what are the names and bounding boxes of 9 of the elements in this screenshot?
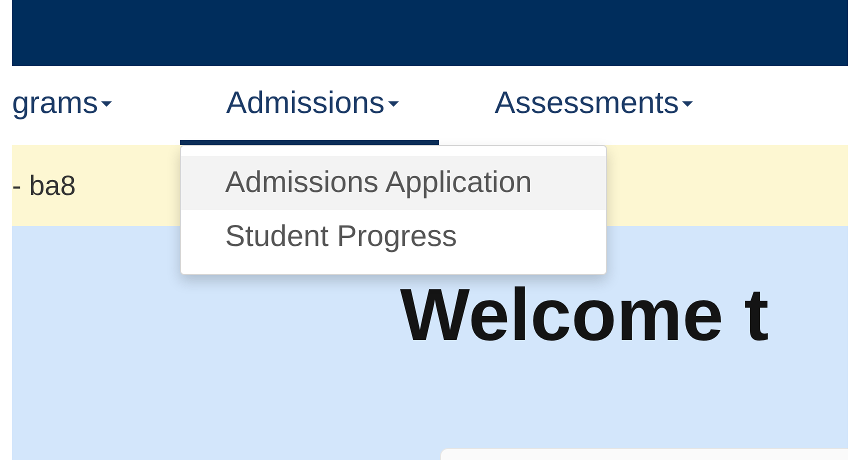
nav-tab[interactable]: Assessments (448, 66, 733, 145)
menu-item[interactable]: Admissions Application (181, 156, 606, 210)
caret-icon (682, 101, 693, 107)
caret-icon (388, 101, 399, 107)
nav-tab[interactable]: grams (12, 66, 112, 145)
welcome-heading: Welcome t (400, 274, 770, 356)
caret-icon (101, 101, 112, 107)
menu-item[interactable]: Student Progress (181, 210, 606, 264)
banner-text: - ba8 (12, 170, 76, 202)
